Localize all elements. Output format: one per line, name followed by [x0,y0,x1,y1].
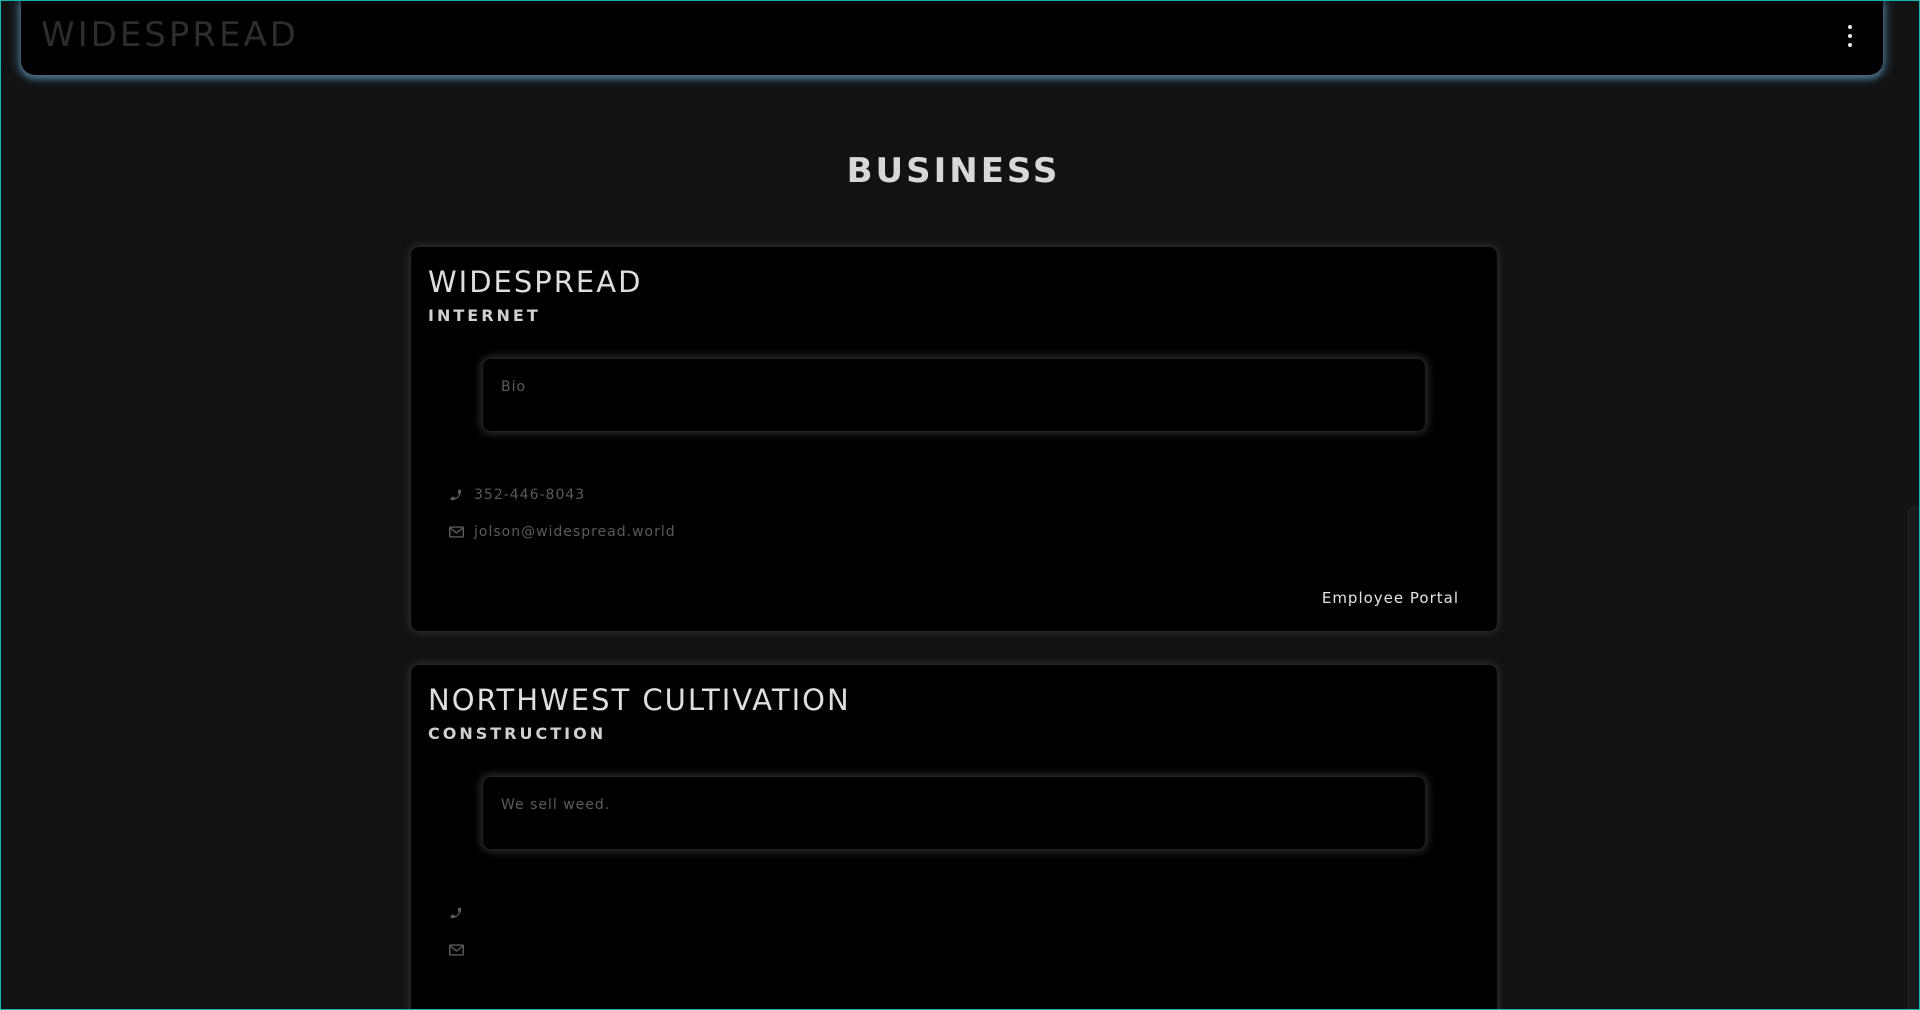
business-category: CONSTRUCTION [428,724,607,743]
kebab-dot [1848,43,1852,47]
phone-icon [448,905,464,921]
business-name: NORTHWEST CULTIVATION [428,683,851,717]
email-row: jolson@widespread.world [448,524,676,540]
page-title: BUSINESS [846,151,1061,191]
phone-row [448,905,474,921]
kebab-dot [1848,34,1852,38]
top-navbar: WIDESPREAD [21,1,1883,75]
business-category: INTERNET [428,306,541,325]
bio-box: We sell weed. [483,777,1425,849]
bio-text: Bio [501,379,527,395]
bio-text: We sell weed. [501,797,611,813]
business-name: WIDESPREAD [428,265,643,299]
kebab-menu-icon[interactable] [1843,25,1857,47]
envelope-icon [448,942,464,958]
email-address[interactable]: jolson@widespread.world [474,524,676,540]
bio-box: Bio [483,359,1425,431]
kebab-dot [1848,25,1852,29]
phone-number: 352-446-8043 [474,487,586,503]
phone-row: 352-446-8043 [448,487,585,503]
employee-portal-link[interactable]: Employee Portal [1322,589,1459,607]
browser-viewport: WIDESPREAD BUSINESS WIDESPREAD INTERNET … [0,0,1920,1010]
envelope-icon [448,524,464,540]
business-card: WIDESPREAD INTERNET Bio 352-446-8043 jol… [411,247,1497,631]
business-card: NORTHWEST CULTIVATION CONSTRUCTION We se… [411,665,1497,1009]
brand-logo-text[interactable]: WIDESPREAD [41,15,299,55]
phone-icon [448,487,464,503]
email-row [448,942,474,958]
scrollbar-thumb[interactable] [1907,505,1919,1009]
